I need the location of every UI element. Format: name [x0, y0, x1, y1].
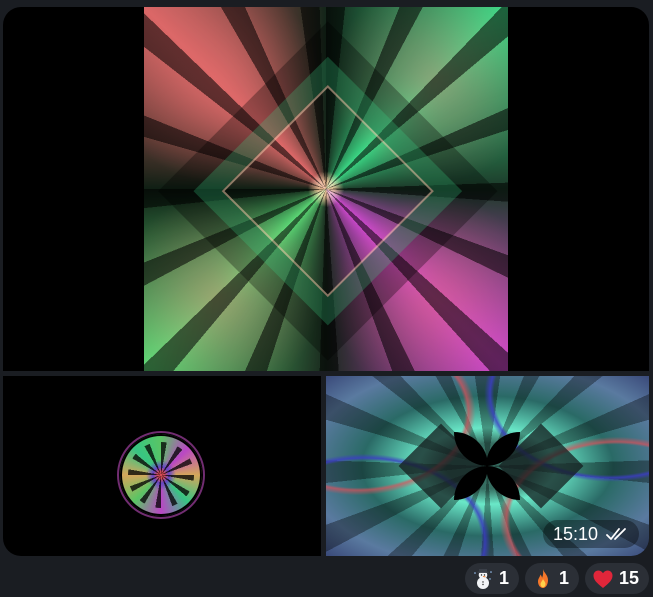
reaction-heart[interactable]: 15	[584, 563, 649, 594]
photo-1[interactable]	[3, 7, 649, 371]
fractal-image-mandala	[117, 431, 205, 519]
fractal-image-large	[144, 7, 508, 371]
time-label: 15:10	[552, 524, 598, 544]
reaction-count: 15	[618, 568, 639, 588]
reaction-snowman[interactable]: 1	[464, 563, 519, 594]
photo-2[interactable]	[3, 376, 321, 556]
message-bubble: 15:10 1 1 15	[0, 0, 653, 597]
fire-icon	[531, 567, 555, 591]
reaction-count: 1	[558, 568, 569, 588]
snowman-icon	[471, 567, 495, 591]
reactions-bar: 1 1 15	[464, 563, 649, 594]
heart-icon	[591, 567, 615, 591]
double-check-icon	[606, 526, 630, 542]
message-timestamp: 15:10	[542, 520, 639, 548]
reaction-count: 1	[498, 568, 509, 588]
reaction-fire[interactable]: 1	[524, 563, 579, 594]
photo-album: 15:10	[3, 7, 649, 556]
photo-3[interactable]: 15:10	[326, 376, 649, 556]
